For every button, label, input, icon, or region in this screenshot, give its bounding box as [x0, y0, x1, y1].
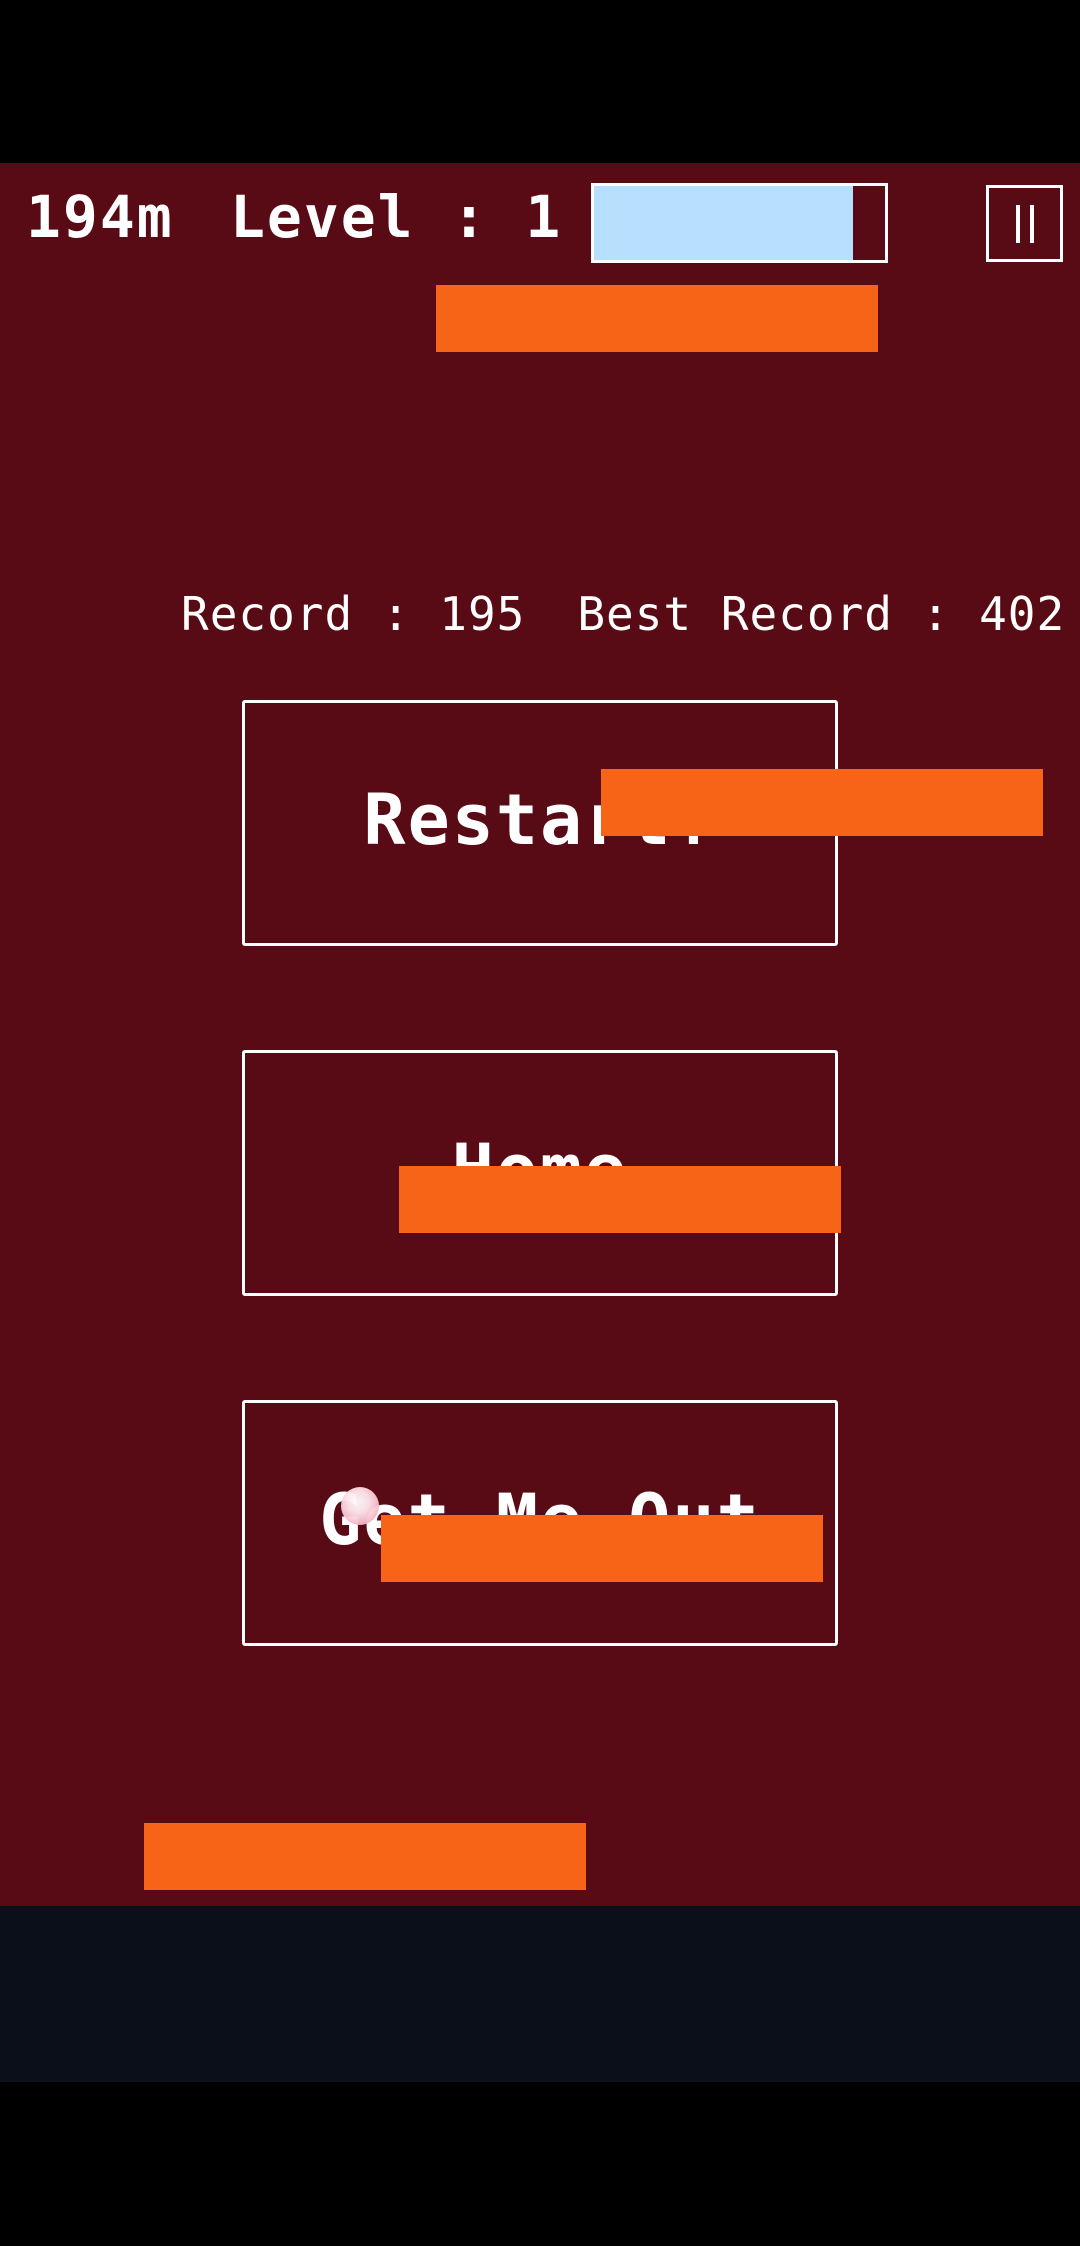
screen: 194m Level : 1 Record : 195 Best Record :…	[0, 0, 1080, 2246]
platform	[144, 1823, 586, 1890]
level-progress-bar	[591, 183, 888, 263]
player-ball	[341, 1487, 379, 1525]
pause-icon	[1029, 204, 1034, 243]
level-progress-fill	[594, 186, 853, 260]
current-record: Record : 195	[181, 587, 526, 641]
platform	[436, 285, 878, 352]
records-line: Record : 195 Best Record : 402	[0, 545, 1080, 683]
platform	[381, 1515, 823, 1582]
platform	[601, 769, 1043, 836]
best-record: Best Record : 402	[577, 587, 1066, 641]
navigation-bar	[0, 1906, 1080, 2082]
bottom-area	[0, 2082, 1080, 2246]
level-indicator: Level : 1	[230, 183, 563, 251]
pause-icon	[1015, 204, 1020, 243]
platform	[399, 1166, 841, 1233]
pause-button[interactable]	[986, 185, 1063, 262]
distance-counter: 194m	[26, 183, 174, 251]
status-bar-area	[0, 0, 1080, 163]
game-area: 194m Level : 1 Record : 195 Best Record :…	[0, 163, 1080, 1906]
